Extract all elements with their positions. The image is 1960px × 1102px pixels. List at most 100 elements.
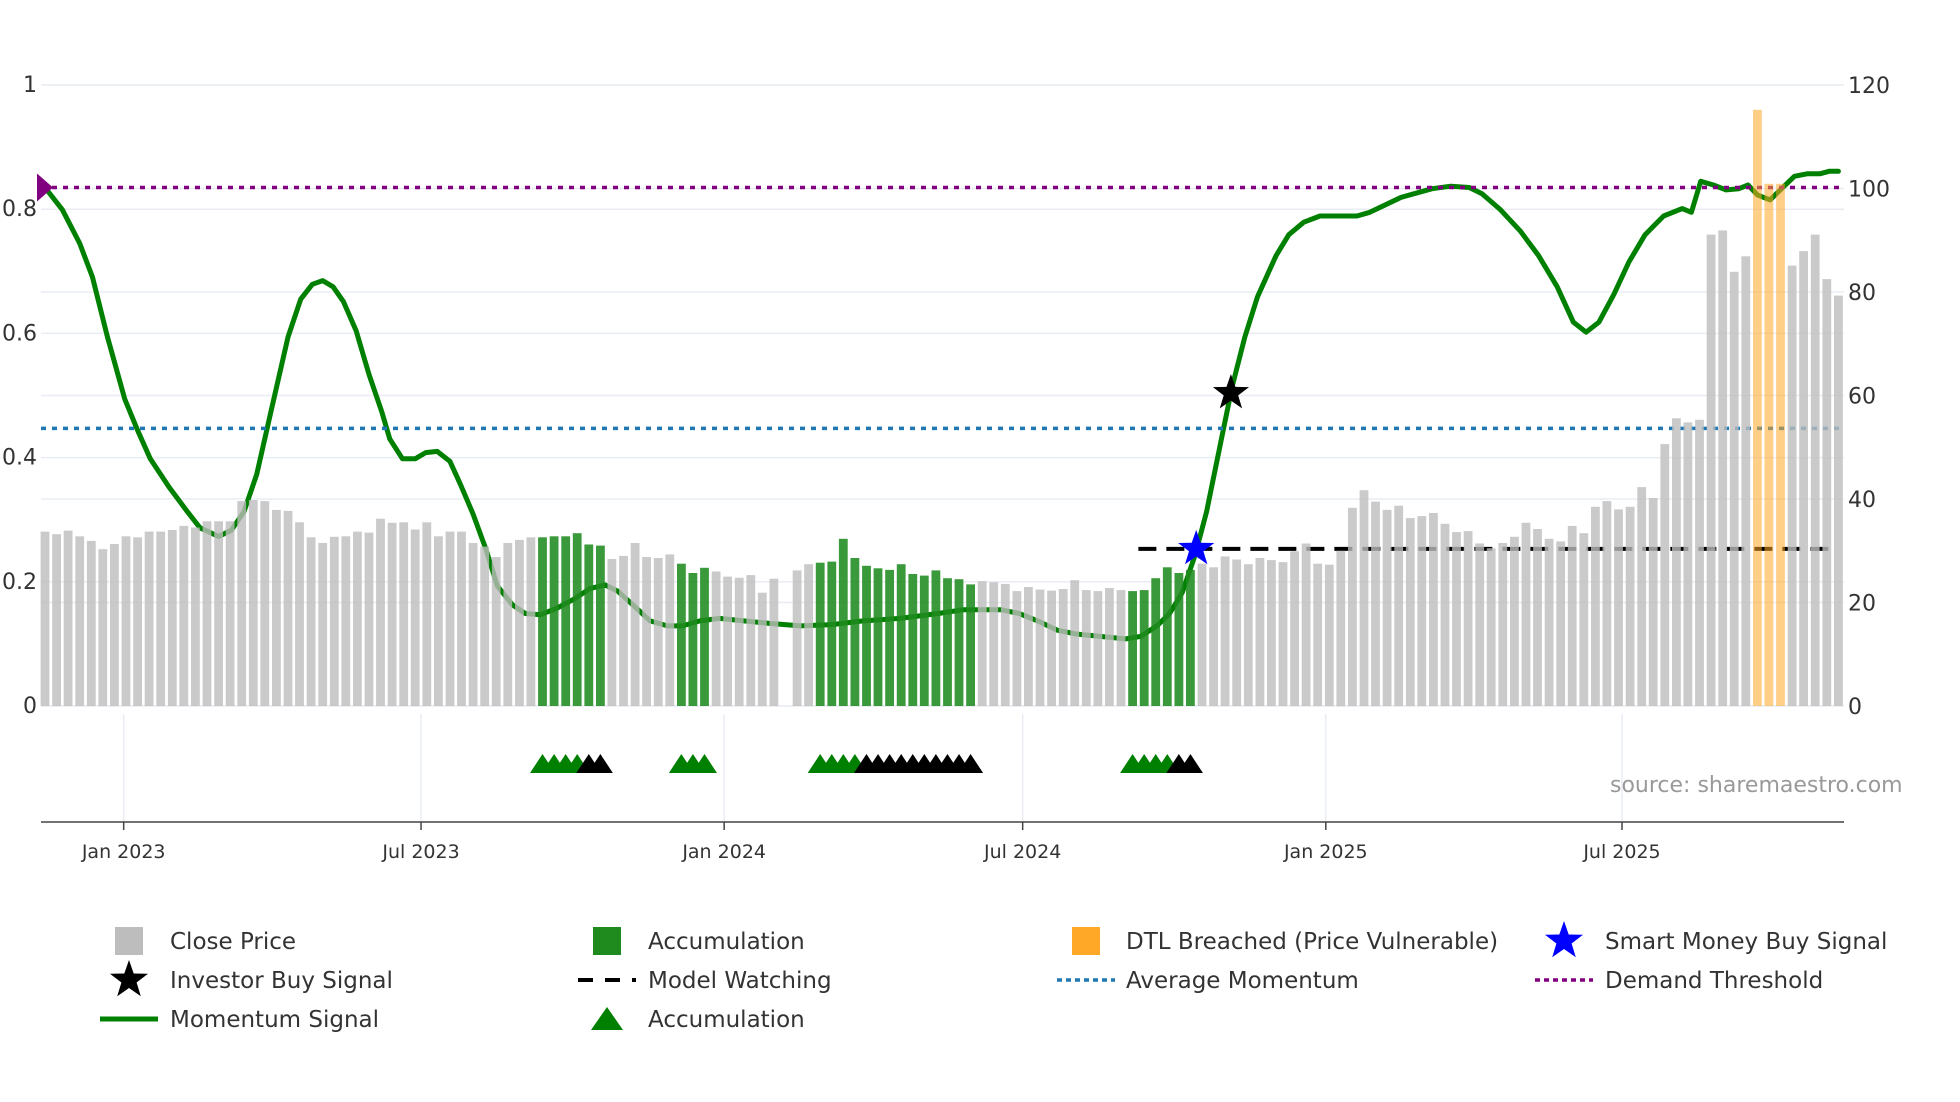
close-price-bar — [989, 582, 999, 706]
close-price-bar — [341, 536, 351, 706]
close-price-bar — [283, 510, 293, 706]
close-price-bar — [526, 537, 536, 706]
close-price-bar — [1324, 564, 1334, 706]
close-price-bar — [1695, 419, 1704, 706]
close-price-bar — [1463, 531, 1473, 706]
accumulation-bar — [815, 562, 825, 706]
close-price-bar — [1556, 541, 1566, 706]
close-price-bar — [1533, 529, 1542, 706]
close-price-bar — [1567, 525, 1577, 706]
legend-item: Investor Buy Signal — [110, 960, 393, 997]
right-axis-tick-label: 120 — [1848, 74, 1890, 99]
legend-item: Accumulation — [591, 1007, 805, 1033]
accumulation-bar — [1174, 573, 1184, 706]
close-price-bar — [1429, 513, 1438, 706]
close-price-bar — [167, 530, 177, 706]
left-axis-tick-label: 0.8 — [2, 197, 37, 222]
legend-label: Momentum Signal — [170, 1007, 379, 1033]
close-price-bar — [86, 540, 96, 706]
close-price-bar — [1405, 518, 1415, 706]
accumulation-bar — [931, 570, 941, 706]
close-price-bar — [977, 581, 987, 706]
accumulation-bar — [700, 567, 709, 706]
x-axis-tick-label: Jul 2024 — [983, 841, 1061, 863]
legend-close-price-swatch — [115, 927, 143, 955]
close-price-bar — [457, 531, 466, 706]
close-price-bar — [40, 531, 50, 706]
close-price-bar — [410, 529, 420, 706]
close-price-bar — [1672, 418, 1681, 706]
legend-label: Demand Threshold — [1605, 968, 1823, 994]
close-price-bar — [491, 557, 501, 706]
close-price-bar — [1209, 567, 1218, 706]
close-price-bar — [225, 521, 235, 706]
left-axis-tick-label: 1 — [23, 73, 37, 98]
close-price-bar — [1544, 538, 1554, 706]
close-price-bar — [630, 543, 640, 706]
close-price-bar — [1475, 543, 1485, 706]
close-price-bar — [1440, 523, 1450, 706]
legend-accumulation-triangle-icon — [591, 1007, 623, 1030]
close-price-bar — [422, 522, 432, 706]
accumulation-bar — [538, 537, 547, 706]
close-price-bar — [353, 531, 362, 706]
close-price-bar — [1799, 251, 1808, 706]
close-price-bar — [387, 522, 397, 706]
close-price-bar — [711, 571, 721, 706]
close-price-bar — [1417, 516, 1427, 706]
accumulation-bar — [1162, 567, 1172, 706]
close-price-bar — [1683, 422, 1693, 706]
close-price-bar — [1197, 563, 1207, 706]
accumulation-bar — [549, 536, 559, 706]
accumulation-bar — [596, 545, 605, 706]
close-price-bar — [515, 539, 524, 706]
left-axis-tick-label: 0 — [23, 694, 37, 719]
legend-label: Smart Money Buy Signal — [1605, 929, 1887, 955]
legend-label: Close Price — [170, 929, 296, 955]
accumulation-bar — [1151, 578, 1161, 706]
close-price-bar — [769, 578, 779, 706]
close-price-bar — [1278, 562, 1288, 706]
accumulation-bar — [885, 569, 894, 706]
legend-item: Model Watching — [578, 968, 832, 994]
close-price-bar — [1058, 589, 1068, 706]
right-axis-tick-label: 80 — [1848, 281, 1876, 306]
close-price-bar — [1371, 501, 1380, 706]
axes: 0 0.2 0.4 0.6 0.8 1 0 20 40 60 80 100 120 Jan 2023 Jul… — [2, 73, 1890, 863]
accumulation-bar — [561, 536, 571, 706]
close-price-bar — [1625, 506, 1635, 706]
right-axis-tick-label: 60 — [1848, 385, 1876, 410]
close-price-bar — [110, 544, 119, 706]
close-price-bar — [1741, 256, 1751, 706]
close-price-bar — [1301, 543, 1311, 706]
close-price-bar — [1035, 589, 1045, 706]
close-price-bar — [746, 575, 756, 706]
close-price-bar — [1486, 548, 1496, 706]
close-price-bar — [248, 500, 258, 706]
legend-accumulation-swatch — [593, 927, 621, 955]
right-axis-tick-label: 100 — [1848, 178, 1890, 203]
close-price-bar — [318, 543, 328, 706]
accumulation-bar — [862, 565, 871, 706]
close-price-bar — [214, 521, 223, 706]
accumulation-bar — [572, 533, 582, 706]
legend-item: Smart Money Buy Signal — [1545, 921, 1887, 958]
dtl-breached-bar — [1776, 183, 1785, 707]
close-price-bar — [1313, 563, 1323, 706]
close-price-bar — [1348, 507, 1357, 706]
close-price-bar — [1382, 509, 1392, 706]
legend-item: Average Momentum — [1057, 968, 1359, 994]
left-axis-tick-label: 0.2 — [2, 570, 37, 595]
close-price-bar — [734, 577, 744, 706]
legend-investor-buy-signal-star-icon — [110, 960, 148, 997]
close-price-bar — [1729, 271, 1739, 706]
close-price-bar — [434, 536, 443, 706]
close-price-bar — [306, 537, 316, 706]
close-price-bar — [272, 509, 281, 706]
close-price-bar — [1614, 509, 1623, 706]
close-price-bar — [1498, 543, 1508, 706]
close-price-bar — [607, 559, 617, 706]
close-price-bar — [1024, 587, 1033, 706]
close-price-bar — [295, 522, 304, 706]
legend-label: DTL Breached (Price Vulnerable) — [1126, 929, 1498, 955]
